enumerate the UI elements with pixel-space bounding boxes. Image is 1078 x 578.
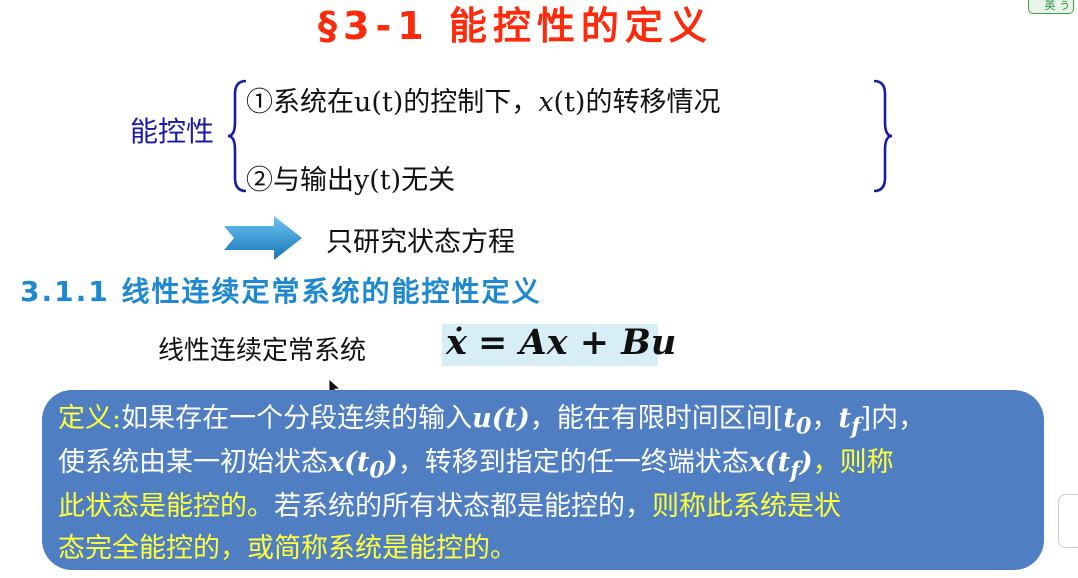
controllability-item-2: ②与输出y(t)无关: [246, 165, 456, 196]
note-text: 只研究状态方程: [326, 227, 515, 258]
state-equation: = Ax + Bu: [478, 322, 677, 363]
controllability-item-1: ①系统在u(t)的控制下，x(t)的转移情况: [246, 87, 721, 118]
definition-line-3: 此状态是能控的。若系统的所有状态都是能控的，则称此系统是状: [58, 491, 841, 522]
definition-line-4: 态完全能控的，或简称系统是能控的。: [58, 533, 517, 564]
definition-line-1: 定义:如果存在一个分段连续的输入u(t)，能在有限时间区间[t0，tf]内，: [58, 403, 926, 440]
right-arrow-icon: [224, 216, 302, 260]
right-brace: [873, 79, 893, 193]
section-heading: 3.1.1 线性连续定常系统的能控性定义: [20, 275, 542, 308]
app-logo: 英 う: [1028, 0, 1074, 14]
equation-xdot: ẋ: [446, 322, 467, 363]
definition-line-2: 使系统由某一初始状态x(t0)，转移到指定的任一终端状态x(tf)，则称: [58, 447, 894, 484]
page-title: §3-1 能控性的定义: [318, 4, 713, 48]
system-label: 线性连续定常系统: [158, 336, 367, 366]
controllability-label: 能控性: [130, 115, 215, 148]
side-panel-tab[interactable]: [1058, 494, 1078, 548]
